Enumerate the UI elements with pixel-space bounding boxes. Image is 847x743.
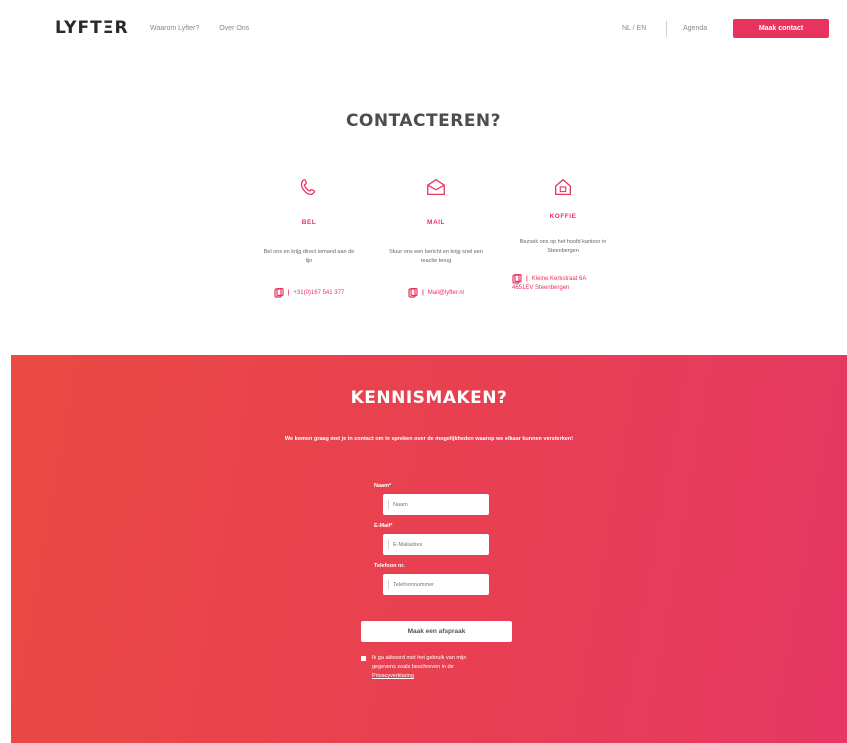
contact-button[interactable]: Maak contact xyxy=(733,19,829,38)
phone-field-wrap xyxy=(383,574,489,595)
address-line-1: | Kleine Kerkstraat 6A xyxy=(512,274,586,284)
address-street[interactable]: Kleine Kerkstraat 6A xyxy=(532,275,587,284)
column-description: Stuur ons een bericht en krijg snel een … xyxy=(389,249,483,264)
privacy-consent: Ik ga akkoord met het gebruik van mijn g… xyxy=(361,654,471,681)
name-field[interactable] xyxy=(383,494,489,515)
email-field[interactable] xyxy=(383,534,489,555)
phone-field[interactable] xyxy=(383,574,489,595)
column-title: MAIL xyxy=(427,219,445,226)
link-separator: | xyxy=(287,289,290,296)
email-address[interactable]: Mail@lyfter.nl xyxy=(428,289,464,298)
logo[interactable]: LYFTΞR xyxy=(55,18,129,38)
header-divider xyxy=(666,21,667,37)
name-label: Naam* xyxy=(374,483,392,489)
field-caret xyxy=(388,580,389,589)
consent-checkbox[interactable] xyxy=(361,656,366,661)
name-field-wrap xyxy=(383,494,489,515)
site-header: LYFTΞR Waarom Lyfter? Over Ons NL / EN A… xyxy=(0,0,847,58)
column-title: KOFFIE xyxy=(549,213,577,220)
mail-link[interactable]: | Mail@lyfter.nl xyxy=(371,288,501,298)
address-city[interactable]: 4651EV Steenbergen xyxy=(512,284,569,293)
nav-item-agenda[interactable]: Agenda xyxy=(683,25,707,32)
privacy-link[interactable]: Privacyverklaring xyxy=(372,673,414,679)
envelope-icon xyxy=(427,179,445,195)
main-nav: Waarom Lyfter? Over Ons xyxy=(150,25,267,32)
phone-small-icon xyxy=(274,288,284,298)
field-caret xyxy=(388,540,389,549)
mail-small-icon xyxy=(408,288,418,298)
link-separator: | xyxy=(422,289,424,296)
language-switch[interactable]: NL / EN xyxy=(622,25,646,32)
field-caret xyxy=(388,500,389,509)
email-label: E-Mail* xyxy=(374,523,393,529)
contact-column-mail: MAIL Stuur ons een bericht en krijg snel… xyxy=(371,176,501,298)
phone-label: Telefoon nr. xyxy=(374,563,405,569)
meeting-section: KENNISMAKEN? We komen graag met je in co… xyxy=(11,355,847,743)
column-title: BEL xyxy=(301,219,317,226)
phone-icon xyxy=(300,179,316,195)
address-small-icon xyxy=(512,274,522,284)
nav-item-waarom-lyfter[interactable]: Waarom Lyfter? xyxy=(150,25,199,32)
column-description: Bezoek ons op het hoofd kantoor in Steen… xyxy=(519,239,607,254)
submit-button[interactable]: Maak een afspraak xyxy=(361,621,512,642)
phone-link[interactable]: | +31(0)167 541 377 xyxy=(244,288,374,298)
email-field-wrap xyxy=(383,534,489,555)
nav-item-over-ons[interactable]: Over Ons xyxy=(219,25,249,32)
contact-column-koffie: KOFFIE Bezoek ons op het hoofd kantoor i… xyxy=(498,176,628,293)
column-description: Bel ons en krijg direct iemand aan de li… xyxy=(263,249,355,264)
link-separator: | xyxy=(526,275,528,282)
contact-column-call: BEL Bel ons en krijg direct iemand aan d… xyxy=(244,176,374,298)
consent-label: Ik ga akkoord met het gebruik van mijn g… xyxy=(372,654,471,681)
meeting-subtitle: We komen graag met je in contact om te s… xyxy=(284,436,574,442)
address-link[interactable]: | Kleine Kerkstraat 6A 4651EV Steenberge… xyxy=(498,274,628,293)
house-icon xyxy=(555,179,571,195)
contact-heading: CONTACTEREN? xyxy=(345,111,502,131)
consent-text: Ik ga akkoord met het gebruik van mijn g… xyxy=(372,655,467,670)
phone-number[interactable]: +31(0)167 541 377 xyxy=(293,289,344,298)
meeting-heading: KENNISMAKEN? xyxy=(350,388,508,408)
